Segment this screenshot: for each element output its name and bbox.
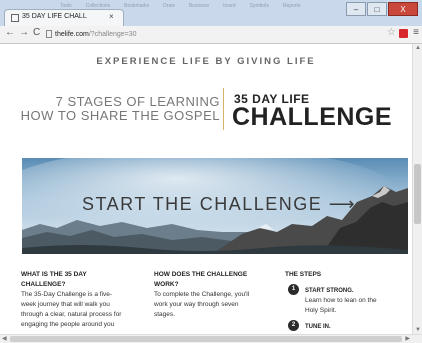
vertical-scroll-thumb[interactable] <box>414 164 421 224</box>
reload-icon[interactable]: C <box>33 27 40 38</box>
what-is-heading-line-1: WHAT IS THE 35 DAY <box>21 271 87 278</box>
how-heading-line-2: WORK? <box>154 281 179 288</box>
maximize-button[interactable]: □ <box>367 2 387 16</box>
step-number-badge: 1 <box>288 284 299 295</box>
scroll-left-icon[interactable]: ◀ <box>2 335 7 342</box>
how-text-line-3: stages. <box>154 311 175 318</box>
stages-subtitle: 7 STAGES OF LEARNING HOW TO SHARE THE GO… <box>20 95 220 123</box>
tab-title: 35 DAY LIFE CHALL <box>22 13 87 20</box>
scroll-up-icon[interactable]: ▲ <box>415 45 421 51</box>
extension-icon[interactable] <box>399 29 408 38</box>
horizontal-scrollbar[interactable]: ◀ ▶ <box>0 334 422 343</box>
gold-divider <box>223 88 224 130</box>
step-title: TUNE IN. <box>305 324 331 330</box>
scroll-right-icon[interactable]: ▶ <box>405 335 410 342</box>
scroll-down-icon[interactable]: ▼ <box>415 327 421 333</box>
how-it-works-section: HOW DOES THE CHALLENGE WORK? To complete… <box>154 270 269 320</box>
what-is-text-line-1: The 35-Day Challenge is a five- <box>21 291 113 298</box>
page-icon <box>46 30 52 39</box>
window-controls: – □ X <box>345 2 418 16</box>
how-text-line-2: work your way through seven <box>154 301 239 308</box>
start-challenge-link[interactable]: START THE CHALLENGE ⟶ <box>82 194 356 215</box>
what-is-text-line-3: through a clear, natural process for <box>21 311 122 318</box>
url-path: /?challenge=30 <box>88 31 137 38</box>
tab-close-icon[interactable]: × <box>109 12 114 21</box>
challenge-logo-big: CHALLENGE <box>232 103 393 131</box>
horizontal-scroll-thumb[interactable] <box>10 336 402 342</box>
what-is-section: WHAT IS THE 35 DAY CHALLENGE? The 35-Day… <box>21 270 131 330</box>
steps-section: THE STEPS 1 START STRONG. Learn how to l… <box>285 270 405 331</box>
what-is-text-line-4: engaging the people around you <box>21 321 115 328</box>
browser-title-bar: Tools Collections Bookmarks Draw Business Ins… <box>0 0 422 26</box>
back-arrow-icon[interactable]: ← <box>5 27 15 38</box>
stages-line-1: 7 STAGES OF LEARNING <box>55 94 220 109</box>
browser-tab[interactable]: 35 DAY LIFE CHALL × <box>4 9 124 26</box>
what-is-heading-line-2: CHALLENGE? <box>21 281 66 288</box>
browser-menu-icon[interactable]: ≡ <box>413 27 419 38</box>
step-description-line-1: Learn how to lean on the <box>305 297 377 304</box>
step-title: START STRONG. <box>305 288 354 294</box>
page-tagline: EXPERIENCE LIFE BY GIVING LIFE <box>96 56 316 67</box>
vertical-scrollbar[interactable]: ▲ ▼ <box>412 44 422 334</box>
minimize-button[interactable]: – <box>346 2 366 16</box>
how-text-line-1: To complete the Challenge, you'll <box>154 291 250 298</box>
window-close-button[interactable]: X <box>388 2 418 16</box>
bookmark-star-icon[interactable]: ☆ <box>387 27 396 38</box>
web-page: EXPERIENCE LIFE BY GIVING LIFE 7 STAGES … <box>0 44 412 334</box>
steps-heading: THE STEPS <box>285 271 322 278</box>
start-challenge-banner[interactable]: START THE CHALLENGE ⟶ <box>22 158 408 254</box>
browser-toolbar: ← → C thelife.com/?challenge=30 ☆ ≡ <box>0 26 422 44</box>
step-description-line-2: Holy Spirit. <box>305 307 337 314</box>
what-is-text-line-2: week journey that will walk you <box>21 301 110 308</box>
how-heading-line-1: HOW DOES THE CHALLENGE <box>154 271 248 278</box>
stages-line-2: HOW TO SHARE THE GOSPEL <box>20 108 220 123</box>
step-number-badge: 2 <box>288 320 299 331</box>
url-host: thelife.com <box>55 31 89 38</box>
address-bar[interactable]: thelife.com/?challenge=30 <box>46 28 422 41</box>
page-favicon-icon <box>11 14 19 22</box>
forward-arrow-icon[interactable]: → <box>19 27 29 38</box>
